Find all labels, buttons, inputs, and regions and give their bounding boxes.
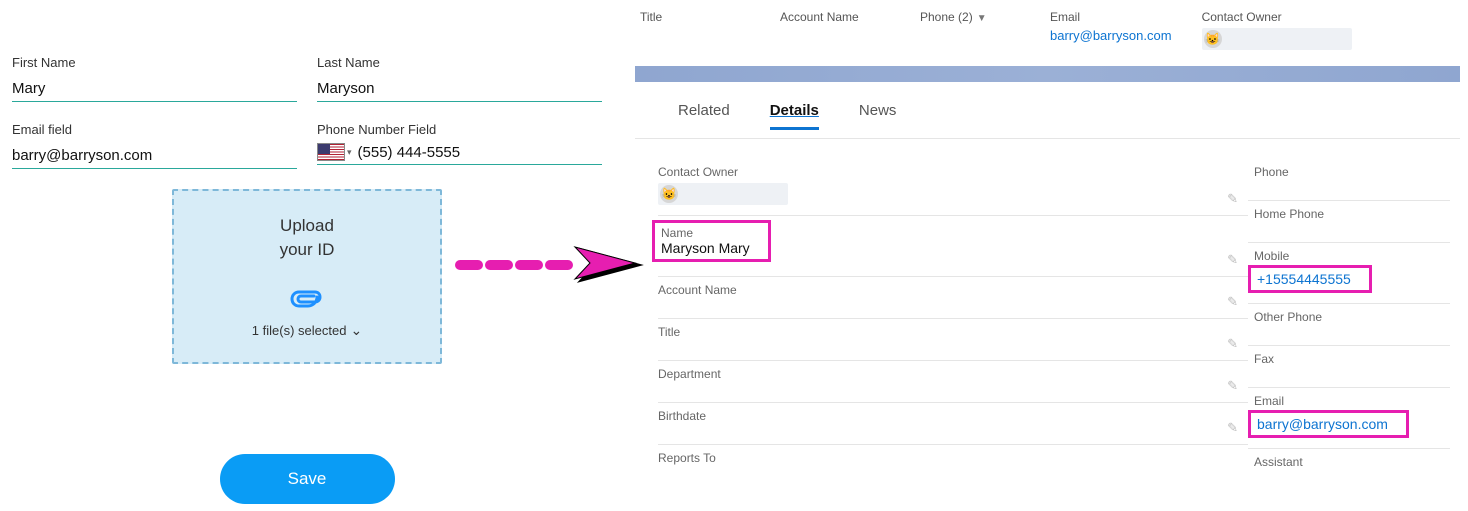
last-name-field: Last Name xyxy=(317,55,602,102)
us-flag-icon[interactable] xyxy=(317,143,345,161)
detail-phone: Phone xyxy=(1248,159,1450,201)
contact-record: Title Account Name Phone (2)▼ Email barr… xyxy=(635,0,1460,491)
email-link[interactable]: barry@barryson.com xyxy=(1257,416,1388,432)
edit-icon[interactable]: ✎ xyxy=(1227,252,1238,268)
detail-reports-to: Reports To xyxy=(658,445,1248,487)
edit-icon[interactable]: ✎ xyxy=(1227,336,1238,352)
highlight-annotation: +15554445555 xyxy=(1248,265,1372,293)
tab-news[interactable]: News xyxy=(859,102,897,130)
record-header: Title Account Name Phone (2)▼ Email barr… xyxy=(635,0,1460,60)
detail-department: Department ✎ xyxy=(658,361,1248,403)
phone-input-wrap[interactable]: ▾ (555) 444-5555 xyxy=(317,143,602,165)
first-name-input[interactable] xyxy=(12,76,297,102)
edit-icon[interactable]: ✎ xyxy=(1227,294,1238,310)
detail-email: Email barry@barryson.com xyxy=(1248,388,1450,449)
detail-contact-owner: Contact Owner 😺 ✎ xyxy=(658,159,1248,216)
save-button[interactable]: Save xyxy=(220,454,395,504)
header-owner: Contact Owner 😺 xyxy=(1202,10,1352,50)
email-field: Email field xyxy=(12,122,297,169)
header-email-link[interactable]: barry@barryson.com xyxy=(1050,28,1172,43)
edit-icon[interactable]: ✎ xyxy=(1227,420,1238,436)
chevron-down-icon[interactable]: ⌄ xyxy=(350,322,362,339)
tab-related[interactable]: Related xyxy=(678,102,730,130)
phone-input[interactable]: (555) 444-5555 xyxy=(358,144,602,161)
email-label: Email field xyxy=(12,122,297,137)
detail-birthdate: Birthdate ✎ xyxy=(658,403,1248,445)
detail-name: Name Maryson Mary ✎ xyxy=(658,216,1248,277)
email-input[interactable] xyxy=(12,143,297,169)
edit-icon[interactable]: ✎ xyxy=(1227,191,1238,207)
phone-field: Phone Number Field ▾ (555) 444-5555 xyxy=(317,122,602,169)
details-left-column: Contact Owner 😺 ✎ Name Maryson Mary ✎ Ac… xyxy=(658,159,1248,491)
mobile-link[interactable]: +15554445555 xyxy=(1257,271,1351,287)
last-name-label: Last Name xyxy=(317,55,602,70)
detail-assistant: Assistant xyxy=(1248,449,1450,491)
upload-text: Upload your ID xyxy=(280,214,335,262)
flag-caret-icon[interactable]: ▾ xyxy=(347,147,352,158)
upload-dropzone[interactable]: Upload your ID 1 file(s) selected ⌄ xyxy=(172,189,442,364)
header-phone[interactable]: Phone (2)▼ xyxy=(920,10,1020,28)
highlight-annotation: barry@barryson.com xyxy=(1248,410,1409,438)
phone-label: Phone Number Field xyxy=(317,122,602,137)
detail-account-name: Account Name ✎ xyxy=(658,277,1248,319)
header-email: Email barry@barryson.com xyxy=(1050,10,1172,43)
chevron-down-icon[interactable]: ▼ xyxy=(977,13,987,24)
avatar-icon: 😺 xyxy=(660,185,678,203)
first-name-label: First Name xyxy=(12,55,297,70)
edit-icon[interactable]: ✎ xyxy=(1227,378,1238,394)
header-divider xyxy=(635,66,1460,82)
highlight-annotation: Name Maryson Mary xyxy=(652,220,771,262)
avatar-icon: 😺 xyxy=(1204,30,1222,48)
tabs: Related Details News xyxy=(635,82,1460,139)
detail-title: Title ✎ xyxy=(658,319,1248,361)
attachment-icon xyxy=(289,284,325,316)
tab-details[interactable]: Details xyxy=(770,102,819,130)
header-account: Account Name xyxy=(780,10,890,28)
detail-fax: Fax xyxy=(1248,346,1450,388)
owner-chip[interactable]: 😺 xyxy=(1202,28,1352,50)
details-right-column: Phone Home Phone Mobile +15554445555 Oth… xyxy=(1248,159,1450,491)
last-name-input[interactable] xyxy=(317,76,602,102)
header-title: Title xyxy=(640,10,750,28)
arrow-annotation xyxy=(455,245,655,285)
detail-home-phone: Home Phone xyxy=(1248,201,1450,243)
detail-other-phone: Other Phone xyxy=(1248,304,1450,346)
first-name-field: First Name xyxy=(12,55,297,102)
details-body: Contact Owner 😺 ✎ Name Maryson Mary ✎ Ac… xyxy=(635,139,1460,491)
owner-chip[interactable]: 😺 xyxy=(658,183,788,205)
detail-mobile: Mobile +15554445555 xyxy=(1248,243,1450,304)
file-selected-text: 1 file(s) selected ⌄ xyxy=(252,322,362,339)
